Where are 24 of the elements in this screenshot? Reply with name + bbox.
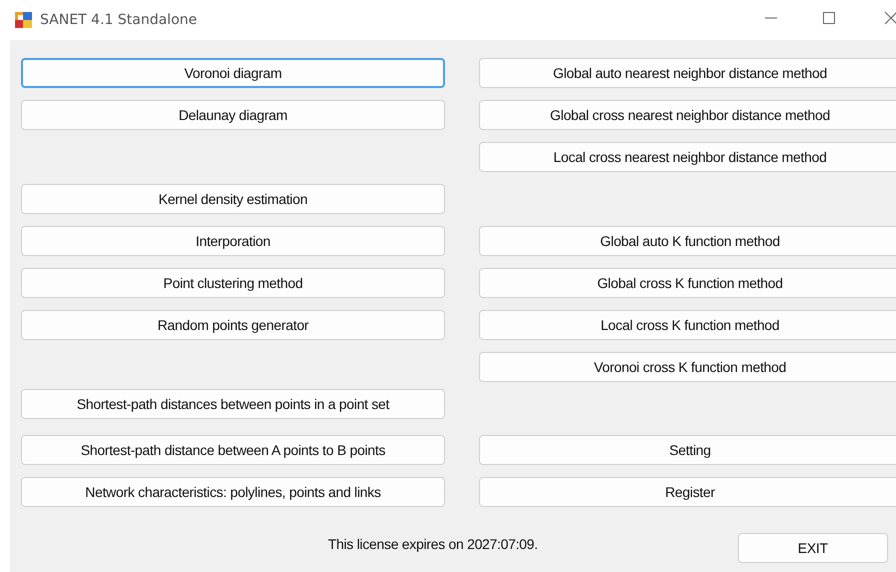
exit-button[interactable]: EXIT (738, 533, 888, 563)
tool-button[interactable]: Kernel density estimation (21, 184, 445, 214)
tool-button[interactable]: Global cross nearest neighbor distance method (479, 100, 896, 130)
tool-button[interactable]: Global auto nearest neighbor distance method (479, 58, 896, 88)
tool-button[interactable]: Global cross K function method (479, 268, 896, 298)
tool-button[interactable]: Register (479, 477, 896, 507)
tool-button[interactable]: Local cross nearest neighbor distance method (479, 142, 896, 172)
tool-button[interactable]: Voronoi cross K function method (479, 352, 896, 382)
tool-button[interactable]: Voronoi diagram (21, 58, 445, 88)
tool-button[interactable]: Local cross K function method (479, 310, 896, 340)
tool-button[interactable]: Network characteristics: polylines, points and links (21, 477, 445, 507)
close-icon[interactable] (883, 10, 896, 26)
tool-button[interactable]: Shortest-path distances between points in a point set (21, 389, 445, 419)
tool-button[interactable]: Setting (479, 435, 896, 465)
tool-button[interactable]: Delaunay diagram (21, 100, 445, 130)
tool-button[interactable]: Random points generator (21, 310, 445, 340)
tool-button[interactable]: Point clustering method (21, 268, 445, 298)
tool-button[interactable]: Global auto K function method (479, 226, 896, 256)
window-title: SANET 4.1 Standalone (40, 12, 197, 28)
tool-button[interactable]: Shortest-path distance between A points to B points (21, 435, 445, 465)
tool-button[interactable]: Interporation (21, 226, 445, 256)
app-icon (15, 12, 32, 28)
license-text: This license expires on 2027:07:09. (328, 536, 538, 552)
maximize-icon[interactable] (822, 10, 836, 26)
